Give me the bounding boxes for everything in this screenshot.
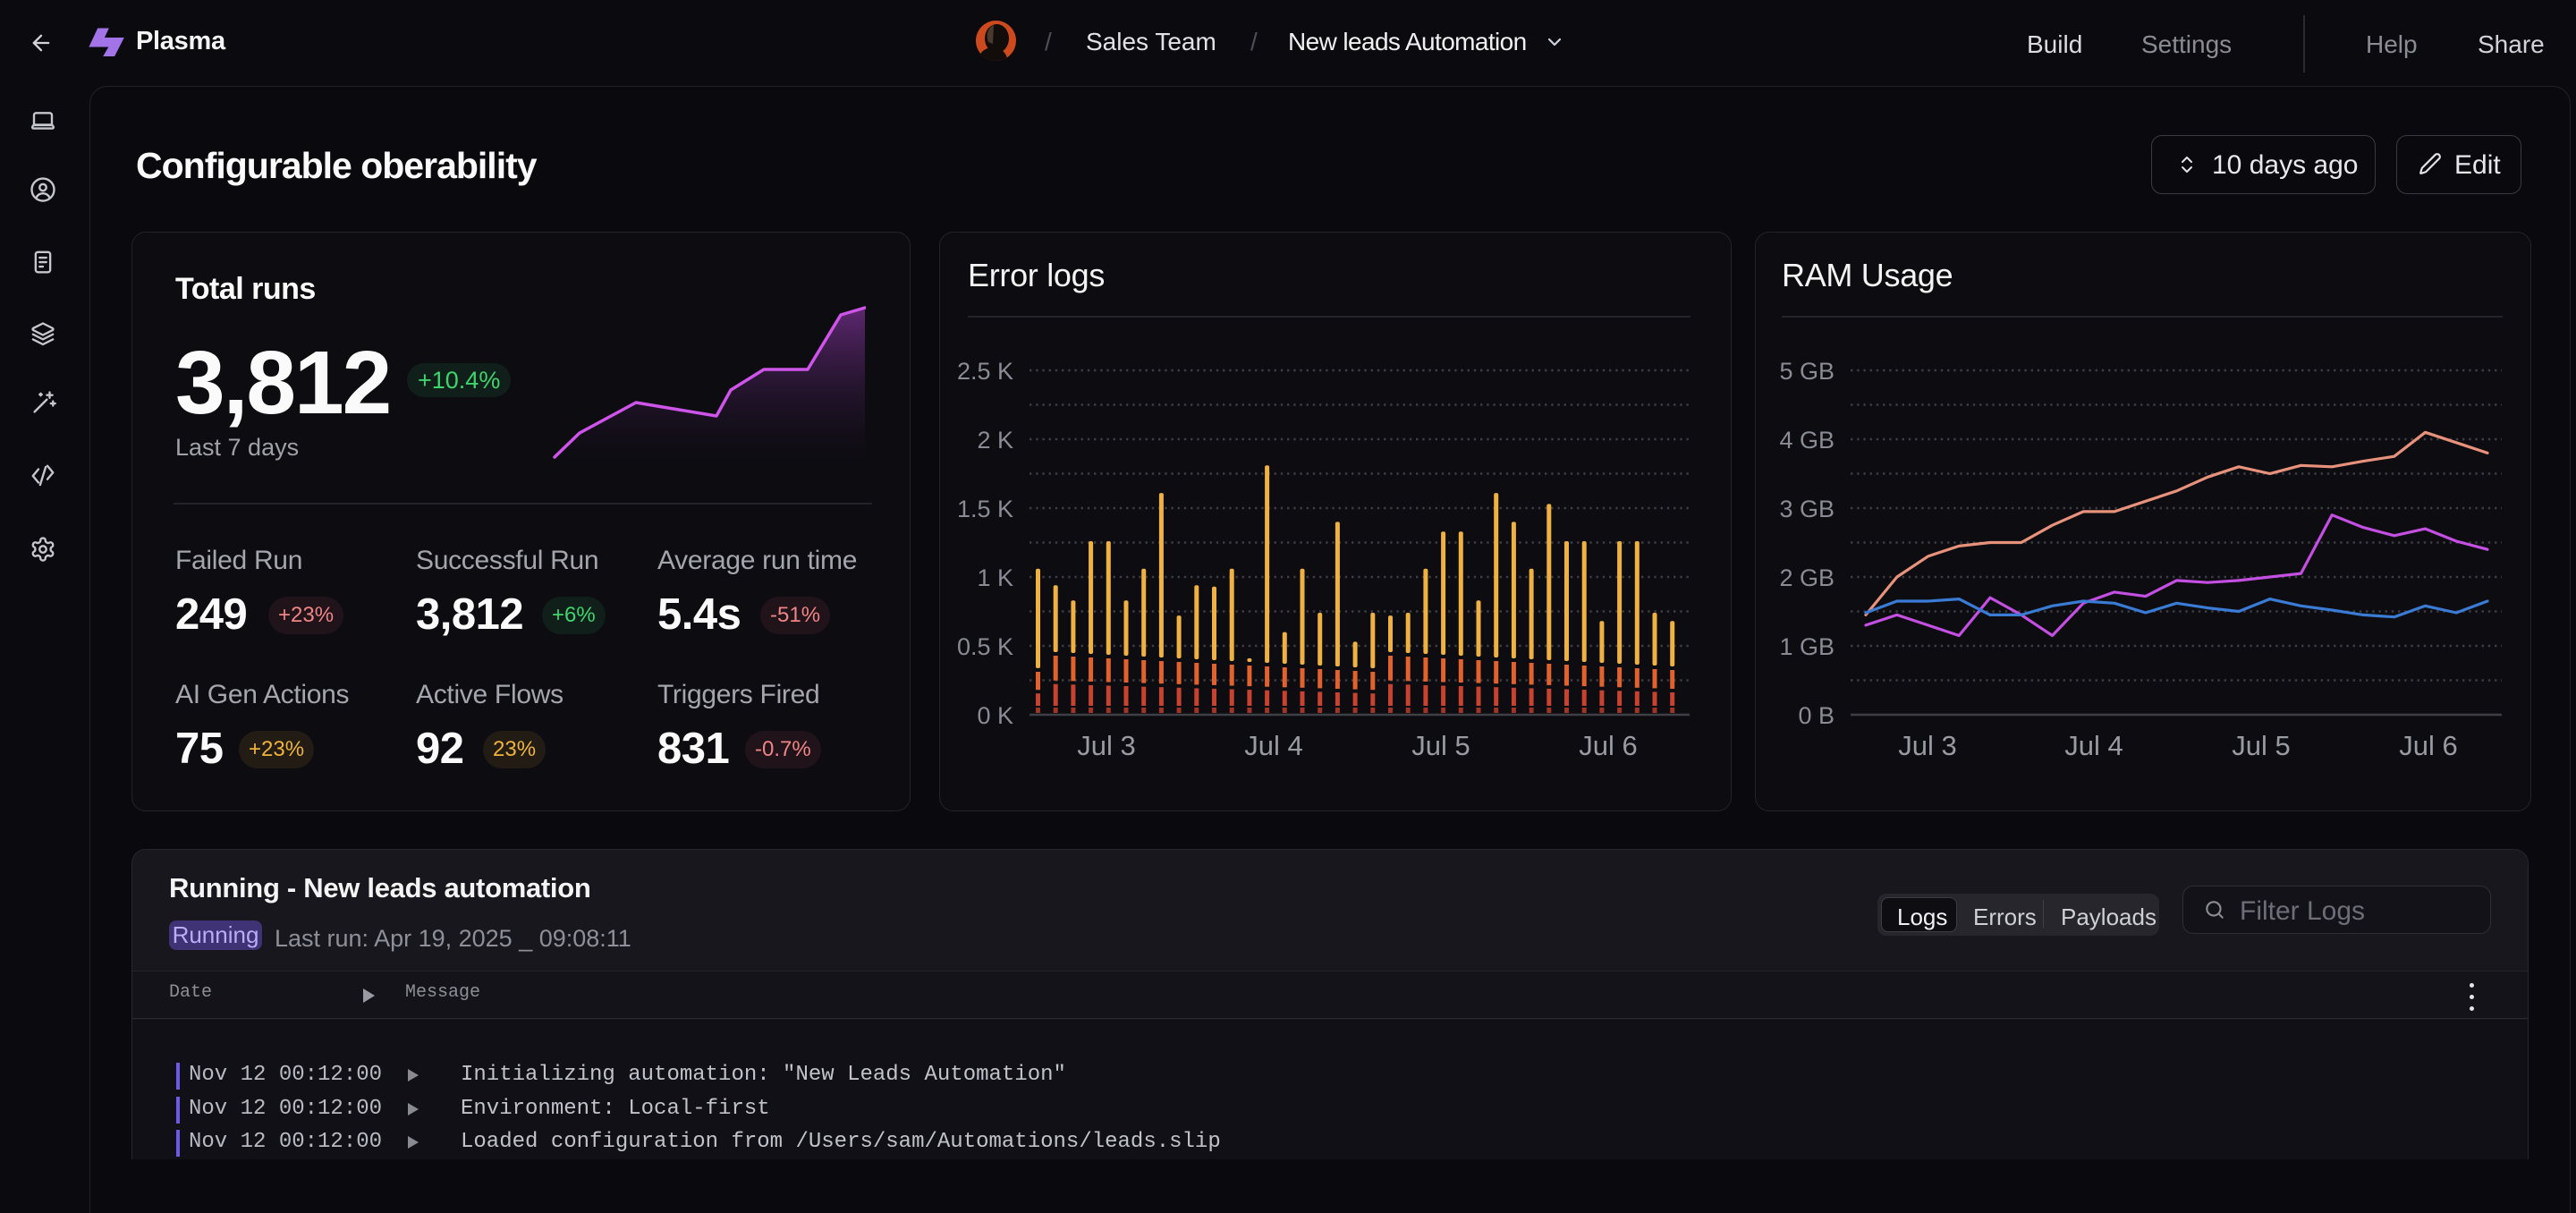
svg-text:5 GB: 5 GB	[1779, 358, 1835, 385]
svg-text:4 GB: 4 GB	[1779, 427, 1835, 454]
svg-text:Jul 5: Jul 5	[1411, 730, 1470, 761]
svg-text:Jul 3: Jul 3	[1898, 730, 1956, 761]
svg-text:2 GB: 2 GB	[1779, 564, 1835, 591]
svg-text:Jul 5: Jul 5	[2232, 730, 2290, 761]
svg-text:Jul 4: Jul 4	[1244, 730, 1302, 761]
svg-text:0.5 K: 0.5 K	[957, 633, 1013, 660]
svg-text:1.5 K: 1.5 K	[957, 496, 1013, 522]
svg-text:1 GB: 1 GB	[1779, 633, 1835, 660]
svg-text:1 K: 1 K	[977, 564, 1013, 591]
svg-text:Jul 6: Jul 6	[1579, 730, 1637, 761]
svg-text:2 K: 2 K	[977, 427, 1013, 454]
svg-text:0 B: 0 B	[1798, 702, 1835, 729]
svg-text:Jul 3: Jul 3	[1077, 730, 1135, 761]
svg-text:3 GB: 3 GB	[1779, 496, 1835, 522]
svg-text:2.5 K: 2.5 K	[957, 358, 1013, 385]
svg-text:Jul 4: Jul 4	[2064, 730, 2123, 761]
svg-text:Jul 6: Jul 6	[2399, 730, 2457, 761]
svg-text:0 K: 0 K	[977, 702, 1013, 729]
